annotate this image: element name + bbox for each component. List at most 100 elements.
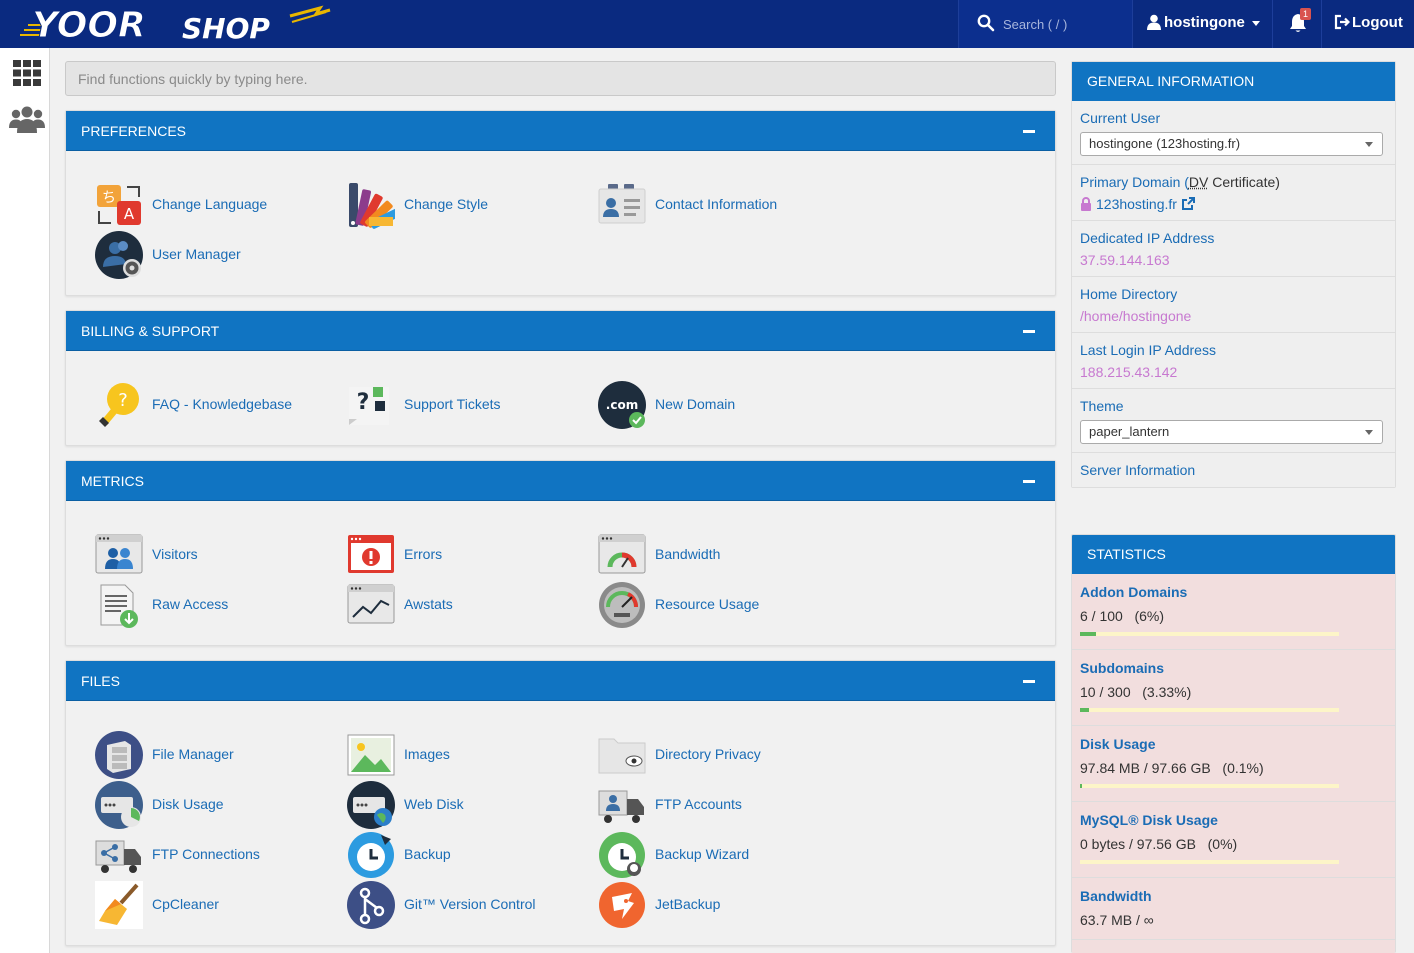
chevron-down-icon: [1365, 142, 1373, 147]
errors-item[interactable]: Errors: [347, 531, 547, 579]
visitors-item[interactable]: Visitors: [95, 531, 295, 579]
mysql-disk-usage-progress: [1080, 860, 1339, 864]
jetbackup-icon: [599, 882, 645, 928]
svg-text:A: A: [124, 205, 135, 223]
current-user-select[interactable]: hostingone (123hosting.fr): [1080, 132, 1383, 156]
cpcleaner-item[interactable]: CpCleaner: [95, 881, 295, 929]
theme-value: paper_lantern: [1089, 424, 1170, 439]
resource-usage-label: Resource Usage: [655, 596, 760, 612]
images-label: Images: [404, 746, 450, 762]
metrics-panel: METRICS Visitors Errors Bandwidth Raw Ac…: [65, 460, 1056, 646]
support-tickets-item[interactable]: ? Support Tickets: [347, 381, 547, 429]
dedicated-ip-value: 37.59.144.163: [1080, 252, 1170, 268]
change-style-item[interactable]: Change Style: [347, 181, 547, 229]
dedicated-ip-label: Dedicated IP Address: [1080, 230, 1215, 246]
raw-access-item[interactable]: Raw Access: [95, 581, 295, 629]
top-bar: YOOR SHOP hostingone 1 Logout: [0, 0, 1414, 48]
addon-domains-row: Addon Domains 6 / 100 (6%): [1072, 574, 1395, 650]
collapse-icon[interactable]: [1023, 130, 1035, 133]
file-manager-item[interactable]: File Manager: [95, 731, 295, 779]
awstats-item[interactable]: Awstats: [347, 581, 547, 629]
contact-card-icon: [598, 184, 646, 224]
disk-usage-value: 97.84 MB / 97.66 GB (0.1%): [1080, 760, 1264, 776]
server-information-link[interactable]: Server Information: [1080, 462, 1387, 478]
yoorshop-logo[interactable]: YOOR SHOP: [20, 4, 340, 44]
billing-support-title: BILLING & SUPPORT: [81, 323, 220, 339]
search-box[interactable]: [958, 0, 1132, 48]
errors-label: Errors: [404, 546, 443, 562]
general-information-header: GENERAL INFORMATION: [1072, 62, 1395, 101]
disk-usage-item[interactable]: Disk Usage: [95, 781, 295, 829]
mysql-disk-usage-row: MySQL® Disk Usage 0 bytes / 97.56 GB (0%…: [1072, 802, 1395, 878]
backup-clock-icon: [348, 832, 394, 878]
file-manager-label: File Manager: [152, 746, 234, 762]
last-login-value: 188.215.43.142: [1080, 364, 1178, 380]
ftp-accounts-item[interactable]: FTP Accounts: [598, 781, 798, 829]
images-item[interactable]: Images: [347, 731, 547, 779]
quick-find-input[interactable]: [65, 61, 1056, 96]
logout-button[interactable]: Logout: [1322, 0, 1414, 48]
web-disk-label: Web Disk: [404, 796, 464, 812]
ftp-connections-item[interactable]: FTP Connections: [95, 831, 295, 879]
dv-abbr: DV: [1188, 174, 1209, 190]
contact-information-item[interactable]: Contact Information: [598, 181, 838, 229]
theme-select[interactable]: paper_lantern: [1080, 420, 1383, 444]
visitors-label: Visitors: [152, 546, 198, 562]
web-disk-item[interactable]: Web Disk: [347, 781, 547, 829]
collapse-icon[interactable]: [1023, 680, 1035, 683]
subdomains-label[interactable]: Subdomains: [1080, 660, 1387, 676]
jetbackup-label: JetBackup: [655, 896, 721, 912]
disk-usage-stat-label[interactable]: Disk Usage: [1080, 736, 1387, 752]
statistics-panel: STATISTICS Addon Domains 6 / 100 (6%) Su…: [1071, 534, 1396, 953]
addon-domains-label[interactable]: Addon Domains: [1080, 584, 1387, 600]
files-title: FILES: [81, 673, 120, 689]
users-icon[interactable]: [9, 106, 45, 134]
user-manager-icon: [95, 231, 143, 279]
jetbackup-item[interactable]: JetBackup: [598, 881, 798, 929]
primary-domain-link[interactable]: 123hosting.fr: [1080, 196, 1387, 212]
images-icon: [347, 734, 395, 776]
home-directory-value: /home/hostingone: [1080, 308, 1192, 324]
notifications-button[interactable]: 1: [1272, 0, 1322, 48]
faq-knowledgebase-item[interactable]: ? FAQ - Knowledgebase: [95, 381, 315, 429]
subdomains-progress: [1080, 708, 1339, 712]
home-directory-label: Home Directory: [1080, 286, 1178, 302]
addon-domains-progress: [1080, 632, 1339, 636]
collapse-icon[interactable]: [1023, 480, 1035, 483]
subdomains-row: Subdomains 10 / 300 (3.33%): [1072, 650, 1395, 726]
directory-privacy-item[interactable]: Directory Privacy: [598, 731, 818, 779]
grid-icon[interactable]: [13, 60, 41, 86]
ftp-accounts-label: FTP Accounts: [655, 796, 742, 812]
preferences-header[interactable]: PREFERENCES: [66, 111, 1055, 151]
theme-row: Theme paper_lantern: [1072, 389, 1395, 453]
directory-privacy-label: Directory Privacy: [655, 746, 761, 762]
bandwidth-item[interactable]: Bandwidth: [598, 531, 798, 579]
lock-icon: [1081, 197, 1091, 211]
user-manager-item[interactable]: User Manager: [95, 231, 295, 279]
file-manager-icon: [95, 731, 143, 779]
billing-support-header[interactable]: BILLING & SUPPORT: [66, 311, 1055, 351]
resource-usage-item[interactable]: Resource Usage: [598, 581, 798, 629]
git-version-control-label: Git™ Version Control: [404, 896, 536, 912]
user-menu[interactable]: hostingone: [1132, 0, 1272, 48]
ftp-accounts-truck-icon: [598, 790, 644, 823]
metrics-header[interactable]: METRICS: [66, 461, 1055, 501]
change-language-item[interactable]: ち A Change Language: [95, 181, 295, 229]
bandwidth-stat-label[interactable]: Bandwidth: [1080, 888, 1387, 904]
files-header[interactable]: FILES: [66, 661, 1055, 701]
git-version-control-item[interactable]: Git™ Version Control: [347, 881, 567, 929]
mysql-disk-usage-label[interactable]: MySQL® Disk Usage: [1080, 812, 1387, 828]
home-directory-row: Home Directory /home/hostingone: [1072, 277, 1395, 333]
backup-wizard-item[interactable]: Backup Wizard: [598, 831, 798, 879]
backup-wizard-label: Backup Wizard: [655, 846, 750, 862]
search-input[interactable]: [1003, 12, 1123, 36]
eye-folder-icon: [598, 738, 646, 774]
backup-item[interactable]: Backup: [347, 831, 547, 879]
last-login-row: Last Login IP Address 188.215.43.142: [1072, 333, 1395, 389]
metrics-title: METRICS: [81, 473, 144, 489]
collapse-icon[interactable]: [1023, 330, 1035, 333]
statistics-next-row: [1072, 940, 1395, 953]
new-domain-item[interactable]: .com New Domain: [598, 381, 798, 429]
preferences-panel: PREFERENCES ち A Change Language Change S…: [65, 110, 1056, 296]
new-domain-label: New Domain: [655, 396, 736, 412]
